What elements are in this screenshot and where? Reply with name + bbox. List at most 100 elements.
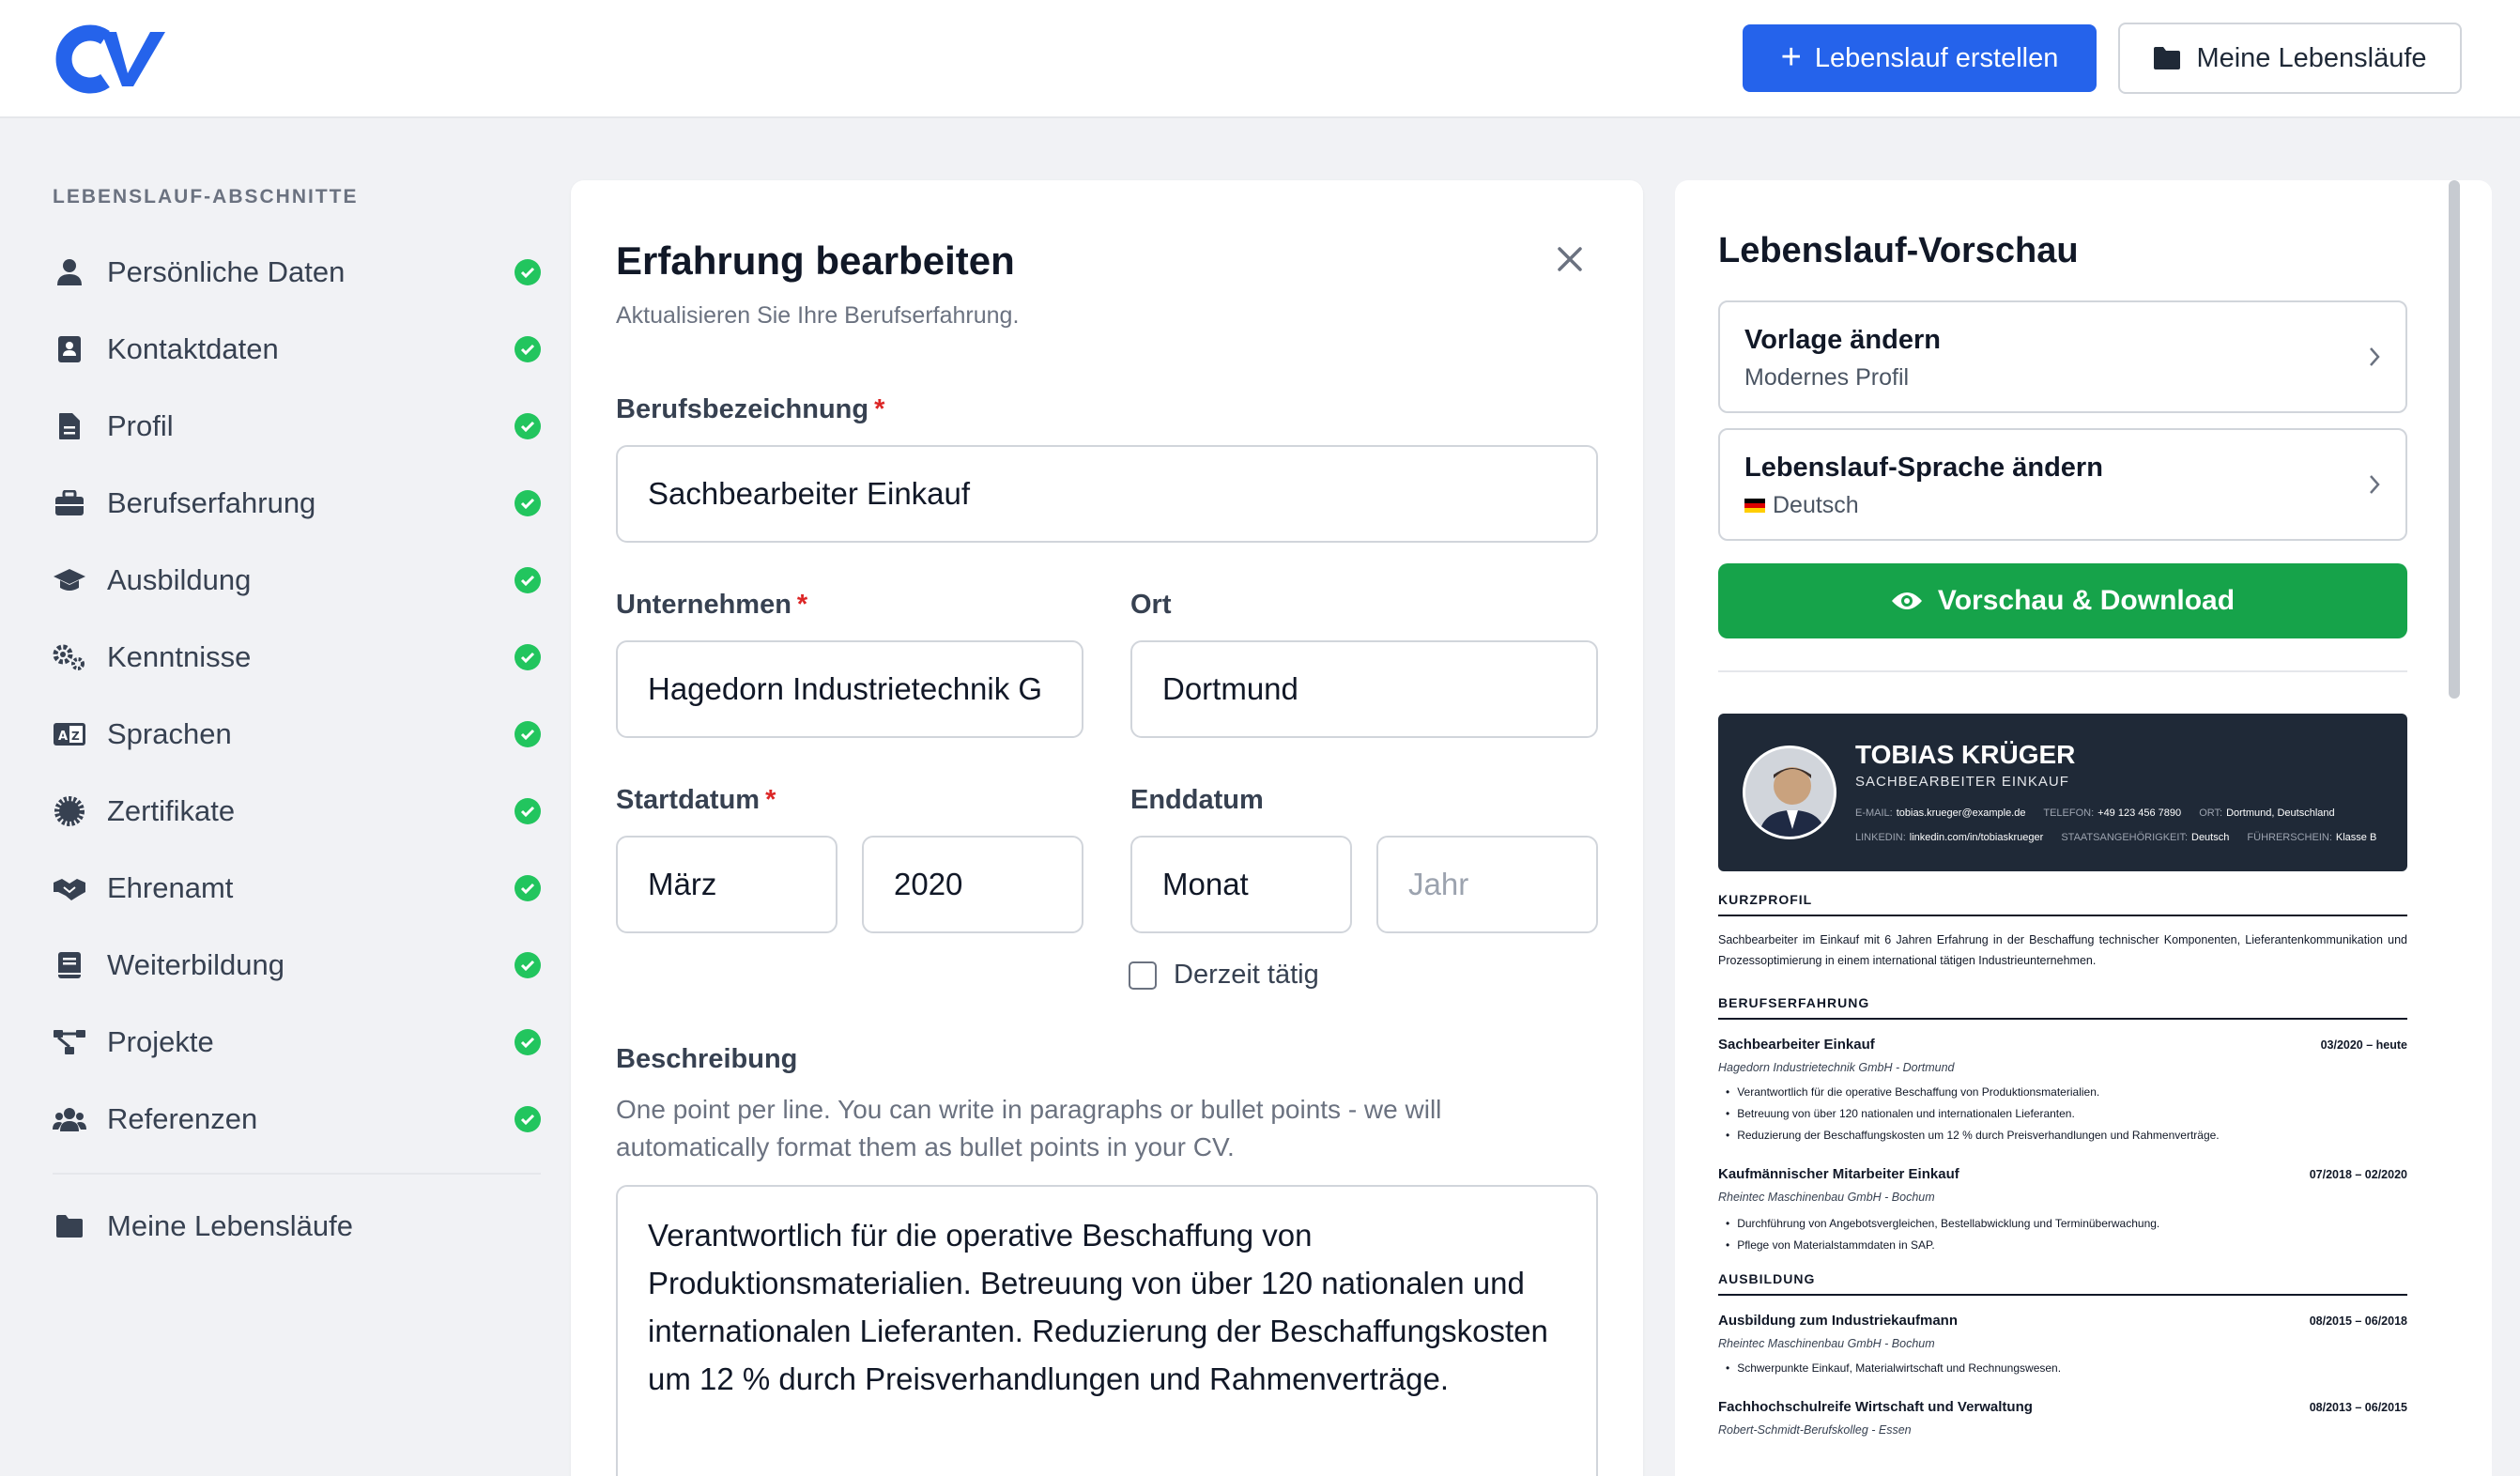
cv-section-education: AUSBILDUNG (1718, 1271, 2407, 1296)
cv-section-profile: KURZPROFIL (1718, 892, 2407, 916)
sidebar-item-contact[interactable]: Kontaktdaten (53, 321, 541, 377)
check-circle-icon (515, 1106, 541, 1132)
check-circle-icon (515, 952, 541, 978)
cv-section-experience: BERUFSERFAHRUNG (1718, 995, 2407, 1020)
briefcase-icon (53, 486, 86, 520)
start-month-select[interactable]: März (616, 836, 837, 933)
user-icon (53, 255, 86, 289)
preview-title: Lebenslauf-Vorschau (1718, 231, 2079, 270)
company-input[interactable]: Hagedorn Industrietechnik G (616, 640, 1083, 738)
sidebar-item-label: Meine Lebensläufe (107, 1209, 353, 1242)
cv-edu-title: Fachhochschulreife Wirtschaft und Verwal… (1718, 1399, 2033, 1415)
sidebar-item-training[interactable]: Weiterbildung (53, 937, 541, 993)
sidebar-item-label: Projekte (107, 1025, 214, 1058)
sidebar-item-experience[interactable]: Berufserfahrung (53, 475, 541, 531)
my-cvs-button[interactable]: Meine Lebensläufe (2118, 23, 2462, 94)
check-circle-icon (515, 1029, 541, 1055)
svg-text:A: A (58, 730, 68, 744)
cv-job-date: 07/2018 – 02/2020 (2309, 1168, 2407, 1181)
sidebar-divider (53, 1173, 541, 1175)
check-circle-icon (515, 490, 541, 516)
preview-download-button[interactable]: Vorschau & Download (1718, 563, 2407, 638)
cv-logo[interactable] (53, 24, 171, 94)
preview-divider (1718, 670, 2407, 672)
sidebar-item-label: Kenntnisse (107, 640, 252, 673)
german-flag-icon (1744, 499, 1765, 513)
sidebar-item-projects[interactable]: Projekte (53, 1014, 541, 1070)
folder-icon (53, 1209, 86, 1243)
check-circle-icon (515, 259, 541, 285)
plus-icon: + (1780, 37, 1802, 77)
change-language-button[interactable]: Lebenslauf-Sprache ändern Deutsch (1718, 428, 2407, 541)
current-template: Modernes Profil (1744, 364, 1910, 391)
currently-working-label[interactable]: Derzeit tätig (1174, 960, 1319, 991)
end-year-input[interactable]: Jahr (1376, 836, 1598, 933)
cv-role: SACHBEARBEITER EINKAUF (1855, 774, 2069, 790)
handshake-icon (53, 871, 86, 905)
cv-preview-panel: Lebenslauf-Vorschau Vorlage ändern Moder… (1675, 180, 2492, 1476)
job-title-input[interactable]: Sachbearbeiter Einkauf (616, 445, 1598, 543)
sidebar-item-education[interactable]: Ausbildung (53, 552, 541, 608)
sidebar-item-languages[interactable]: AZ Sprachen (53, 706, 541, 762)
cv-edu-institution: Robert-Schmidt-Berufskolleg - Essen (1718, 1423, 1912, 1437)
certificate-icon (53, 794, 86, 828)
document-icon (53, 409, 86, 443)
cv-job-bullet: Verantwortlich für die operative Beschaf… (1726, 1085, 2099, 1099)
check-circle-icon (515, 413, 541, 439)
sidebar-item-volunteering[interactable]: Ehrenamt (53, 860, 541, 916)
end-month-select[interactable]: Monat (1130, 836, 1352, 933)
cv-name: TOBIAS KRÜGER (1855, 740, 2076, 769)
check-circle-icon (515, 721, 541, 747)
sidebar-item-label: Ausbildung (107, 563, 252, 596)
panel-subtitle: Aktualisieren Sie Ihre Berufserfahrung. (616, 302, 1020, 329)
check-circle-icon (515, 798, 541, 824)
sidebar-item-label: Persönliche Daten (107, 255, 346, 288)
change-language-title: Lebenslauf-Sprache ändern (1744, 453, 2103, 483)
sidebar-item-profile[interactable]: Profil (53, 398, 541, 454)
chevron-right-icon (2370, 347, 2380, 366)
cv-profile-text: Sachbearbeiter im Einkauf mit 6 Jahren E… (1718, 933, 2407, 967)
contact-card-icon (53, 332, 86, 366)
cv-contact-row-1: E-MAIL: tobias.krueger@example.de TELEFON… (1855, 807, 2335, 819)
cv-job-bullet: Durchführung von Angebotsvergleichen, Be… (1726, 1217, 2159, 1230)
cv-job-company: Rheintec Maschinenbau GmbH - Bochum (1718, 1191, 1935, 1204)
cv-edu-bullet: Schwerpunkte Einkauf, Materialwirtschaft… (1726, 1361, 2061, 1375)
create-cv-button[interactable]: + Lebenslauf erstellen (1743, 24, 2097, 92)
sidebar: LEBENSLAUF-ABSCHNITTE Persönliche Daten … (0, 118, 563, 1476)
start-year-input[interactable]: 2020 (862, 836, 1083, 933)
sidebar-item-skills[interactable]: Kenntnisse (53, 629, 541, 685)
users-icon (53, 1102, 86, 1136)
profile-photo (1743, 746, 1836, 839)
start-date-label: Startdatum * (616, 785, 776, 815)
gears-icon (53, 640, 86, 674)
folder-icon (2154, 47, 2181, 69)
sidebar-item-label: Ehrenamt (107, 871, 234, 904)
location-input[interactable]: Dortmund (1130, 640, 1598, 738)
sidebar-item-references[interactable]: Referenzen (53, 1091, 541, 1147)
my-cvs-label: Meine Lebensläufe (2196, 42, 2427, 73)
chevron-right-icon (2370, 475, 2380, 494)
sidebar-item-label: Profil (107, 409, 174, 442)
sidebar-item-my-cvs[interactable]: Meine Lebensläufe (53, 1198, 541, 1254)
end-date-label: Enddatum (1130, 785, 1264, 815)
check-circle-icon (515, 336, 541, 362)
svg-text:Z: Z (71, 730, 80, 743)
currently-working-checkbox[interactable] (1129, 961, 1157, 990)
close-button[interactable] (1551, 240, 1589, 278)
cv-contact-row-2: LINKEDIN: linkedin.com/in/tobiaskrueger S… (1855, 832, 2377, 843)
sidebar-item-personal-data[interactable]: Persönliche Daten (53, 244, 541, 300)
description-label: Beschreibung (616, 1044, 798, 1074)
edit-experience-panel: Erfahrung bearbeiten Aktualisieren Sie I… (571, 180, 1643, 1476)
book-icon (53, 948, 86, 982)
top-bar: + Lebenslauf erstellen Meine Lebensläufe (0, 0, 2520, 118)
panel-title: Erfahrung bearbeiten (616, 238, 1015, 283)
description-hint: One point per line. You can write in par… (616, 1095, 1442, 1161)
preview-scrollbar[interactable] (2449, 180, 2460, 699)
change-template-button[interactable]: Vorlage ändern Modernes Profil (1718, 300, 2407, 413)
cv-edu-date: 08/2013 – 06/2015 (2309, 1401, 2407, 1414)
job-title-label: Berufsbezeichnung * (616, 394, 885, 424)
description-textarea[interactable]: Verantwortlich für die operative Beschaf… (616, 1185, 1598, 1476)
sidebar-item-certificates[interactable]: Zertifikate (53, 783, 541, 839)
sidebar-item-label: Kontaktdaten (107, 332, 279, 365)
sidebar-item-label: Sprachen (107, 717, 232, 750)
